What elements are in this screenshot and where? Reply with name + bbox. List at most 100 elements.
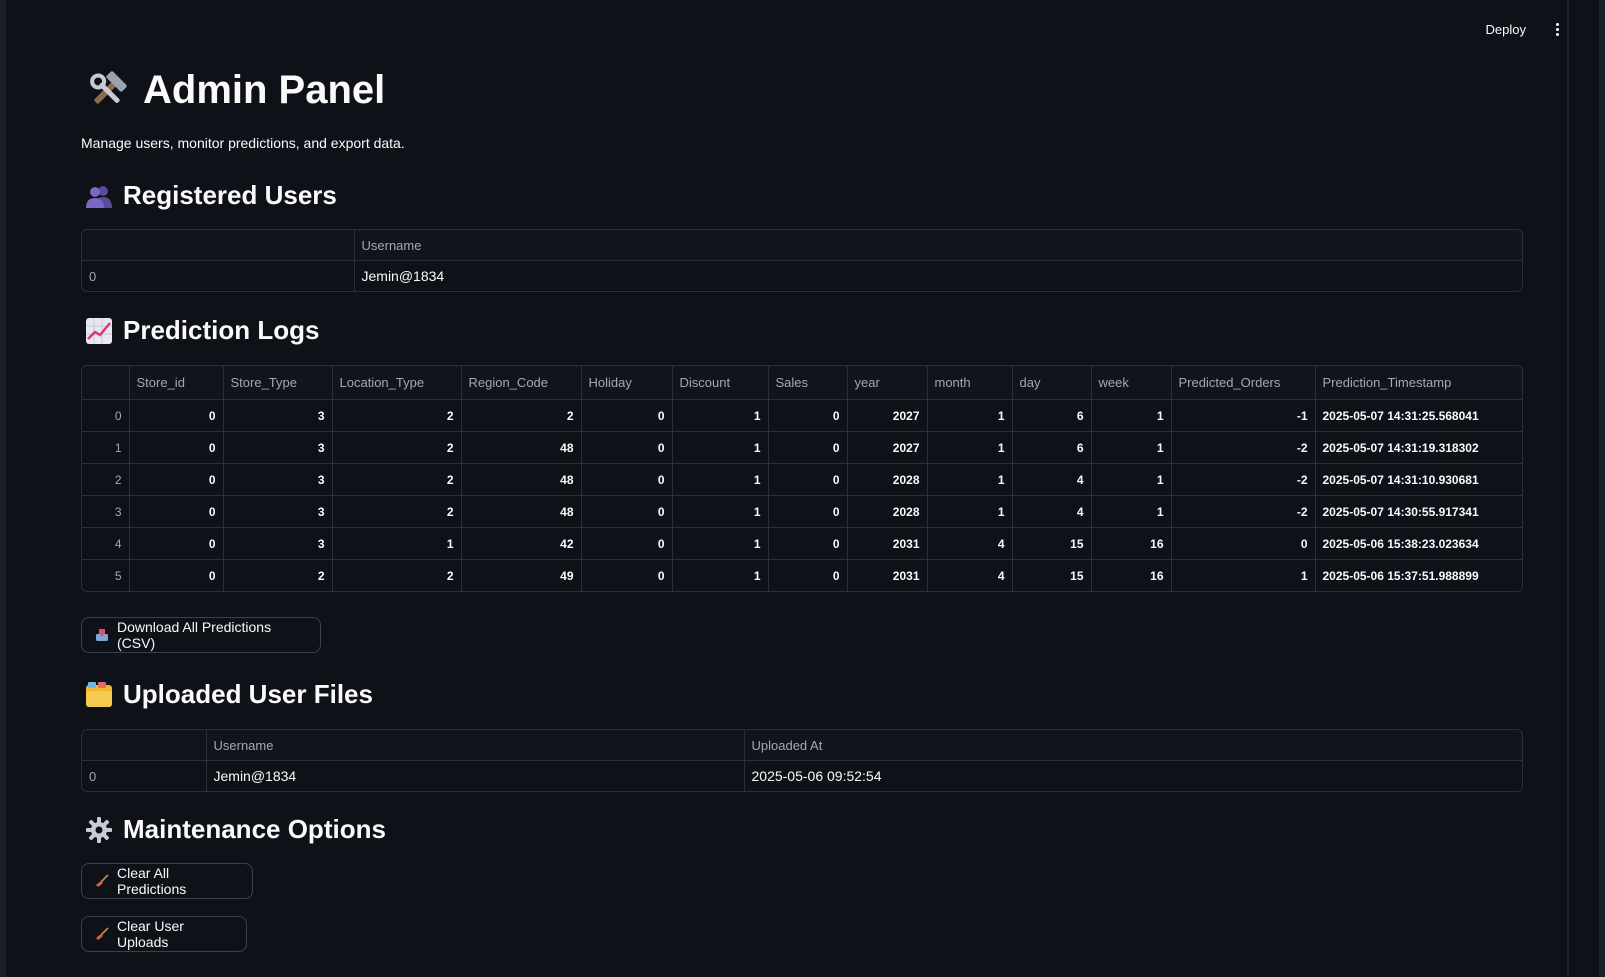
cell-location-type[interactable]: 2 bbox=[332, 399, 462, 432]
cell-year[interactable]: 2031 bbox=[847, 559, 928, 591]
main-menu-kebab-icon[interactable] bbox=[1550, 21, 1565, 38]
column-header-holiday[interactable]: Holiday bbox=[581, 366, 673, 400]
column-header-location-type[interactable]: Location_Type bbox=[332, 366, 462, 400]
cell-store-id[interactable]: 0 bbox=[129, 559, 224, 591]
prediction-logs-table[interactable]: Store_id Store_Type Location_Type Region_Co… bbox=[81, 365, 1523, 592]
cell-month[interactable]: 1 bbox=[927, 431, 1013, 464]
cell-prediction-timestamp[interactable]: 2025-05-06 15:37:51.988899 bbox=[1315, 560, 1522, 592]
column-header-store-id[interactable]: Store_id bbox=[129, 366, 224, 400]
cell-year[interactable]: 2027 bbox=[847, 431, 928, 464]
cell-store-type[interactable]: 2 bbox=[223, 559, 333, 591]
cell-location-type[interactable]: 1 bbox=[332, 527, 462, 560]
cell-region-code[interactable]: 2 bbox=[461, 399, 582, 432]
column-header-region-code[interactable]: Region_Code bbox=[461, 366, 582, 400]
cell-day[interactable]: 4 bbox=[1012, 463, 1092, 496]
cell-year[interactable]: 2027 bbox=[847, 399, 928, 432]
cell-prediction-timestamp[interactable]: 2025-05-06 15:38:23.023634 bbox=[1315, 527, 1522, 560]
cell-prediction-timestamp[interactable]: 2025-05-07 14:31:19.318302 bbox=[1315, 431, 1522, 464]
cell-day[interactable]: 6 bbox=[1012, 399, 1092, 432]
table-row[interactable]: 0 Jemin@1834 bbox=[82, 260, 1522, 292]
cell-week[interactable]: 16 bbox=[1091, 559, 1172, 591]
cell-sales[interactable]: 0 bbox=[768, 399, 848, 432]
cell-store-id[interactable]: 0 bbox=[129, 463, 224, 496]
cell-prediction-timestamp[interactable]: 2025-05-07 14:31:25.568041 bbox=[1315, 399, 1522, 432]
column-header-year[interactable]: year bbox=[847, 366, 928, 400]
column-header-sales[interactable]: Sales bbox=[768, 366, 848, 400]
cell-predicted-orders[interactable]: 1 bbox=[1171, 559, 1316, 591]
cell-discount[interactable]: 1 bbox=[672, 527, 769, 560]
cell-store-id[interactable]: 0 bbox=[129, 399, 224, 432]
cell-prediction-timestamp[interactable]: 2025-05-07 14:30:55.917341 bbox=[1315, 495, 1522, 528]
cell-week[interactable]: 1 bbox=[1091, 399, 1172, 432]
cell-week[interactable]: 1 bbox=[1091, 431, 1172, 464]
column-header-week[interactable]: week bbox=[1091, 366, 1172, 400]
cell-discount[interactable]: 1 bbox=[672, 495, 769, 528]
cell-location-type[interactable]: 2 bbox=[332, 495, 462, 528]
cell-discount[interactable]: 1 bbox=[672, 559, 769, 591]
cell-week[interactable]: 16 bbox=[1091, 527, 1172, 560]
cell-location-type[interactable]: 2 bbox=[332, 463, 462, 496]
table-row[interactable]: 1 0 3 2 48 0 1 0 2027 1 6 1 -2 2025-05-07 14:31:19.31… bbox=[82, 431, 1522, 464]
cell-holiday[interactable]: 0 bbox=[581, 463, 673, 496]
cell-region-code[interactable]: 42 bbox=[461, 527, 582, 560]
cell-sales[interactable]: 0 bbox=[768, 527, 848, 560]
cell-month[interactable]: 1 bbox=[927, 463, 1013, 496]
cell-location-type[interactable]: 2 bbox=[332, 431, 462, 464]
table-row[interactable]: 2 0 3 2 48 0 1 0 2028 1 4 1 -2 2025-05-07 14:31:10.93… bbox=[82, 463, 1522, 496]
cell-predicted-orders[interactable]: -2 bbox=[1171, 495, 1316, 528]
column-header-discount[interactable]: Discount bbox=[672, 366, 769, 400]
cell-holiday[interactable]: 0 bbox=[581, 559, 673, 591]
cell-predicted-orders[interactable]: -2 bbox=[1171, 431, 1316, 464]
cell-region-code[interactable]: 48 bbox=[461, 463, 582, 496]
column-header-username[interactable]: Username bbox=[354, 230, 1522, 261]
cell-holiday[interactable]: 0 bbox=[581, 431, 673, 464]
cell-username[interactable]: Jemin@1834 bbox=[354, 261, 1522, 292]
scrollbar-thumb[interactable] bbox=[1569, 0, 1599, 977]
column-header-index[interactable] bbox=[82, 730, 207, 761]
cell-sales[interactable]: 0 bbox=[768, 559, 848, 591]
cell-store-type[interactable]: 3 bbox=[223, 399, 333, 432]
cell-username[interactable]: Jemin@1834 bbox=[206, 760, 745, 791]
cell-day[interactable]: 15 bbox=[1012, 559, 1092, 591]
cell-holiday[interactable]: 0 bbox=[581, 527, 673, 560]
cell-year[interactable]: 2028 bbox=[847, 463, 928, 496]
cell-day[interactable]: 4 bbox=[1012, 495, 1092, 528]
column-header-store-type[interactable]: Store_Type bbox=[223, 366, 333, 400]
cell-week[interactable]: 1 bbox=[1091, 495, 1172, 528]
cell-month[interactable]: 1 bbox=[927, 399, 1013, 432]
table-row[interactable]: 0 Jemin@1834 2025-05-06 09:52:54 bbox=[82, 760, 1522, 792]
cell-month[interactable]: 4 bbox=[927, 559, 1013, 591]
deploy-button[interactable]: Deploy bbox=[1482, 20, 1530, 39]
cell-store-id[interactable]: 0 bbox=[129, 431, 224, 464]
scrollbar-track[interactable] bbox=[1567, 0, 1605, 977]
column-header-day[interactable]: day bbox=[1012, 366, 1092, 400]
cell-year[interactable]: 2028 bbox=[847, 495, 928, 528]
cell-week[interactable]: 1 bbox=[1091, 463, 1172, 496]
download-predictions-button[interactable]: Download All Predictions (CSV) bbox=[81, 617, 321, 653]
column-header-username[interactable]: Username bbox=[206, 730, 745, 761]
cell-day[interactable]: 6 bbox=[1012, 431, 1092, 464]
cell-store-type[interactable]: 3 bbox=[223, 527, 333, 560]
column-header-index[interactable] bbox=[82, 366, 130, 400]
cell-predicted-orders[interactable]: -2 bbox=[1171, 463, 1316, 496]
column-header-index[interactable] bbox=[82, 230, 355, 261]
cell-store-id[interactable]: 0 bbox=[129, 495, 224, 528]
cell-store-type[interactable]: 3 bbox=[223, 431, 333, 464]
cell-uploaded-at[interactable]: 2025-05-06 09:52:54 bbox=[744, 761, 1522, 792]
cell-region-code[interactable]: 49 bbox=[461, 559, 582, 591]
cell-location-type[interactable]: 2 bbox=[332, 559, 462, 591]
cell-month[interactable]: 1 bbox=[927, 495, 1013, 528]
cell-discount[interactable]: 1 bbox=[672, 463, 769, 496]
table-row[interactable]: 0 0 3 2 2 0 1 0 2027 1 6 1 -1 2025-05-07 14:31:25.568… bbox=[82, 399, 1522, 432]
column-header-predicted-orders[interactable]: Predicted_Orders bbox=[1171, 366, 1316, 400]
cell-month[interactable]: 4 bbox=[927, 527, 1013, 560]
cell-discount[interactable]: 1 bbox=[672, 399, 769, 432]
cell-store-type[interactable]: 3 bbox=[223, 495, 333, 528]
cell-region-code[interactable]: 48 bbox=[461, 495, 582, 528]
registered-users-table[interactable]: Username 0 Jemin@1834 bbox=[81, 229, 1523, 292]
column-header-month[interactable]: month bbox=[927, 366, 1013, 400]
table-row[interactable]: 3 0 3 2 48 0 1 0 2028 1 4 1 -2 2025-05-07 14:30:55.91… bbox=[82, 495, 1522, 528]
cell-sales[interactable]: 0 bbox=[768, 431, 848, 464]
cell-predicted-orders[interactable]: 0 bbox=[1171, 527, 1316, 560]
cell-store-id[interactable]: 0 bbox=[129, 527, 224, 560]
